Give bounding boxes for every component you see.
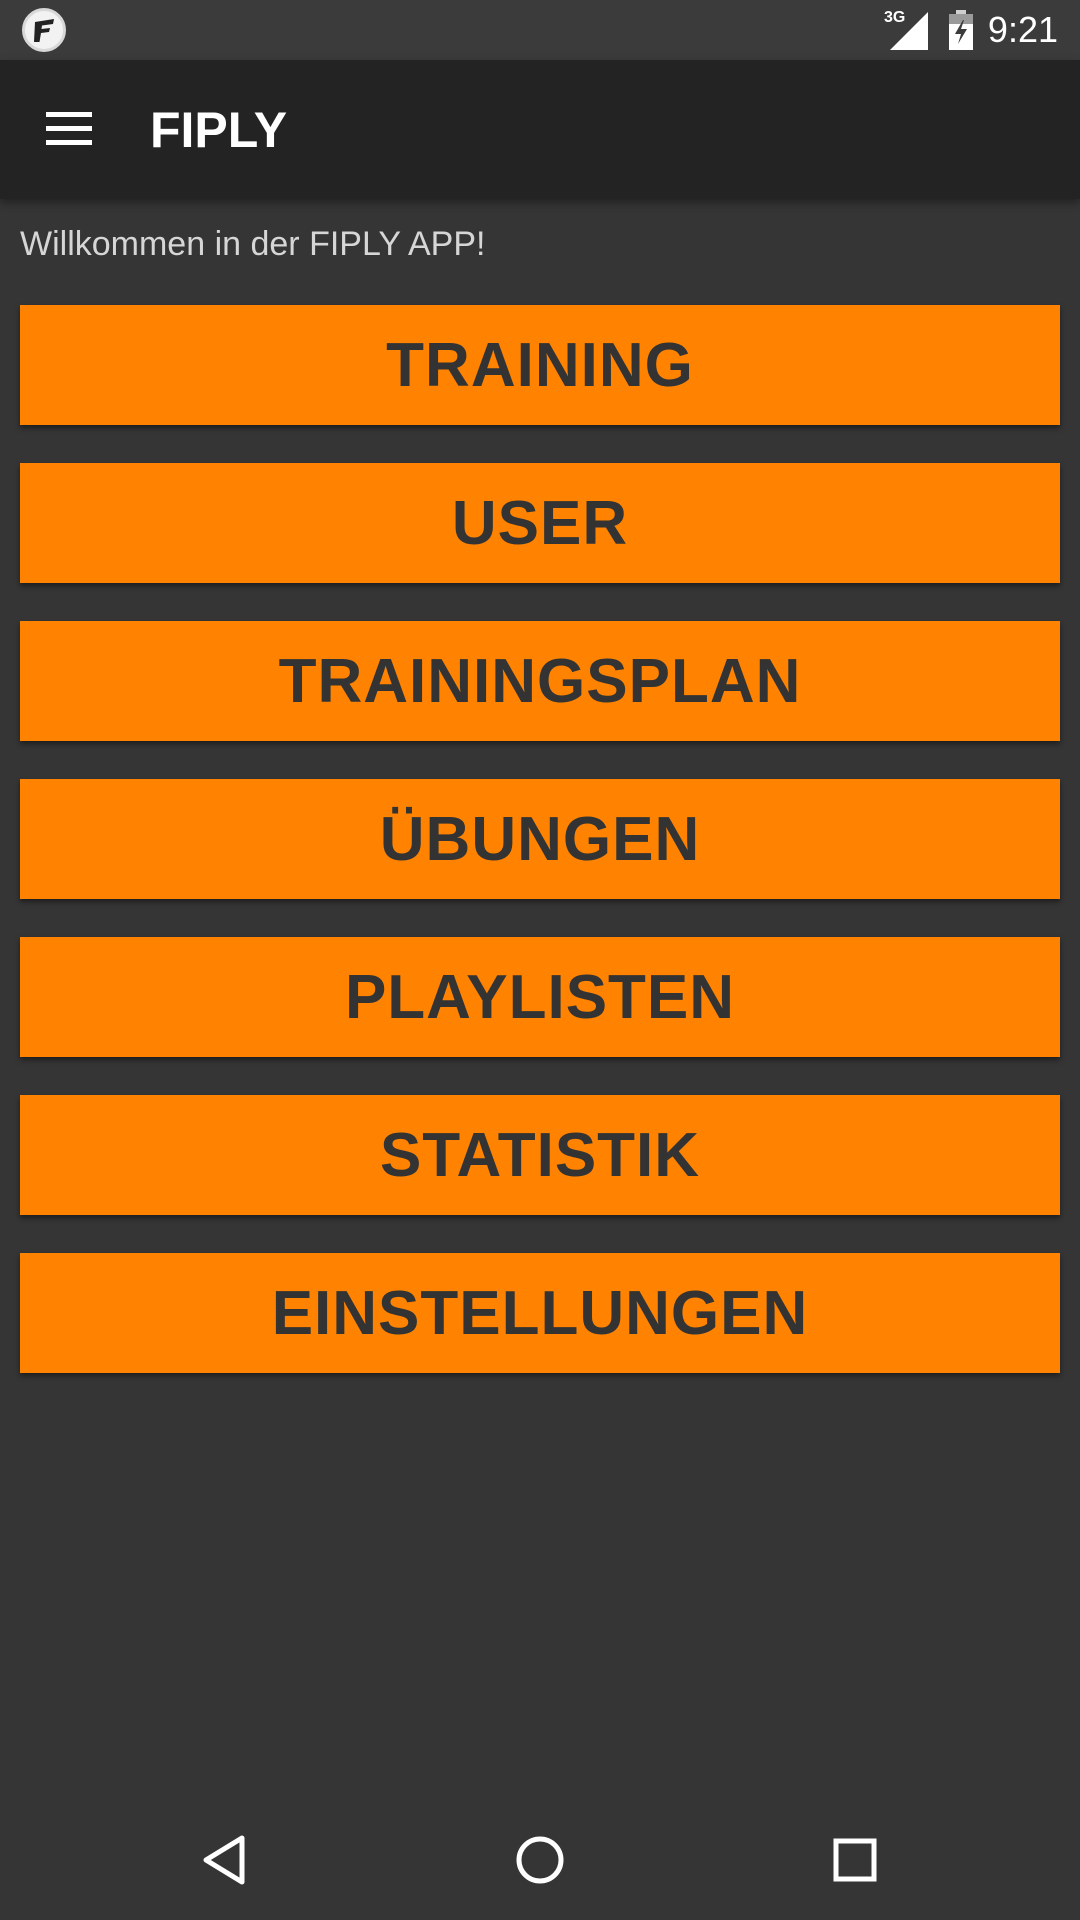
home-circle-icon[interactable] bbox=[510, 1830, 570, 1890]
welcome-text: Willkommen in der FIPLY APP! bbox=[20, 225, 486, 263]
fiply-app-icon bbox=[22, 8, 66, 52]
app-toolbar: FIPLY bbox=[0, 60, 1080, 199]
status-bar: 3G 9:21 bbox=[0, 0, 1080, 60]
recents-square-icon[interactable] bbox=[825, 1830, 885, 1890]
page-title: FIPLY bbox=[150, 102, 288, 158]
trainingsplan-button[interactable]: TRAININGSPLAN bbox=[20, 621, 1060, 741]
hamburger-menu-icon[interactable] bbox=[40, 108, 100, 152]
main-menu: TRAINING USER TRAININGSPLAN ÜBUNGEN PLAY… bbox=[20, 305, 1060, 1411]
signal-icon bbox=[890, 12, 928, 50]
einstellungen-button[interactable]: EINSTELLUNGEN bbox=[20, 1253, 1060, 1373]
back-triangle-icon[interactable] bbox=[196, 1830, 256, 1890]
statistik-button[interactable]: STATISTIK bbox=[20, 1095, 1060, 1215]
navigation-bar bbox=[0, 1800, 1080, 1920]
playlisten-button[interactable]: PLAYLISTEN bbox=[20, 937, 1060, 1057]
uebungen-button[interactable]: ÜBUNGEN bbox=[20, 779, 1060, 899]
clock: 9:21 bbox=[987, 9, 1058, 50]
training-button[interactable]: TRAINING bbox=[20, 305, 1060, 425]
battery-charging-icon bbox=[949, 10, 973, 50]
user-button[interactable]: USER bbox=[20, 463, 1060, 583]
